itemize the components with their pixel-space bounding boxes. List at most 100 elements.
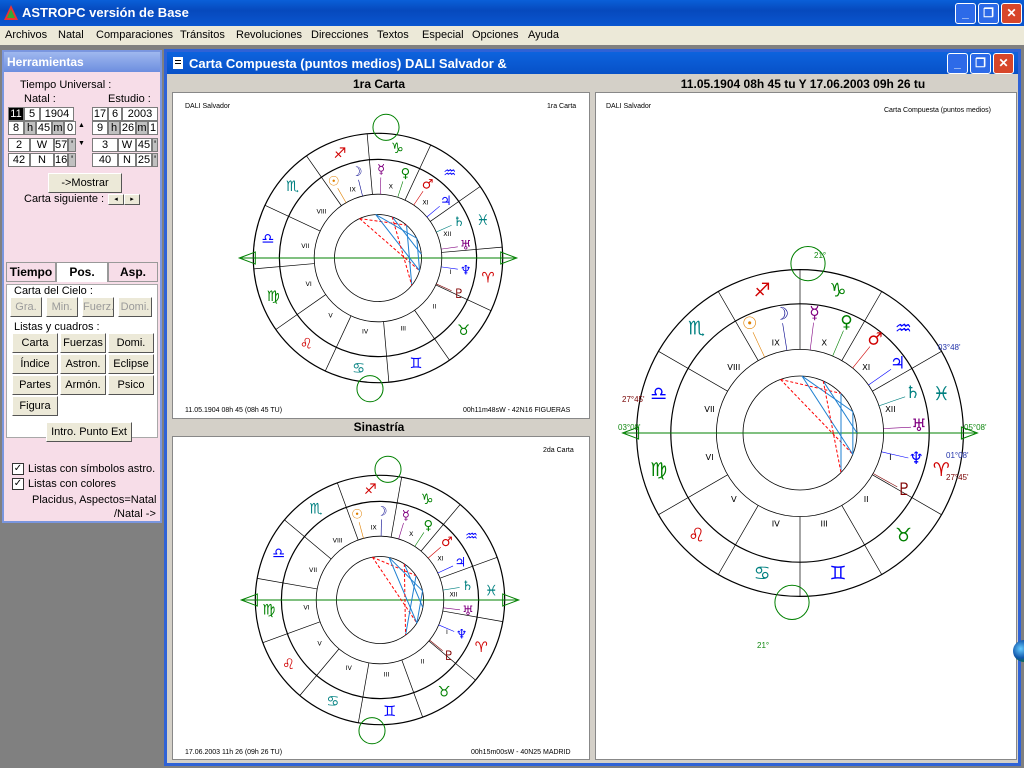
planet-glyph: ☽: [351, 165, 363, 180]
menu-natal[interactable]: Natal: [58, 29, 84, 41]
house-cusp: [262, 621, 321, 643]
house-number: IV: [346, 664, 353, 672]
chart-maximize-button[interactable]: ❐: [970, 53, 991, 74]
menu-comparaciones[interactable]: Comparaciones: [96, 29, 173, 41]
planet-tick: [337, 188, 347, 203]
estudio-long-min[interactable]: 45: [136, 138, 152, 152]
planet-tick: [881, 451, 909, 459]
menu-opciones[interactable]: Opciones: [472, 29, 518, 41]
planet-tick: [397, 181, 404, 198]
estudio-lat-min[interactable]: 25: [136, 153, 152, 167]
p3-name: DALI Salvador: [606, 103, 652, 110]
mostrar-button[interactable]: ->Mostrar: [48, 173, 122, 193]
natal-lat-deg[interactable]: 42: [8, 153, 30, 167]
planet-glyph: ♅: [460, 239, 472, 254]
sign-glyph: ♒: [443, 165, 456, 181]
estudio-long-dir[interactable]: W: [118, 138, 136, 152]
fuerzas-button[interactable]: Fuerzas: [60, 333, 106, 353]
figura-button[interactable]: Figura: [12, 396, 58, 416]
chk-simbolos[interactable]: ✓: [12, 463, 24, 475]
chk-colores[interactable]: ✓: [12, 478, 24, 490]
house-number: IX: [370, 523, 377, 531]
sign-glyph: ♏: [286, 179, 299, 195]
domi-button-disabled[interactable]: Domi.: [118, 297, 152, 317]
tab-tiempo[interactable]: Tiempo: [6, 262, 56, 282]
p1-name: DALI Salvador: [185, 103, 231, 110]
prev-chart-button[interactable]: ◂: [108, 194, 124, 205]
sign-glyph: ♈: [481, 270, 494, 286]
p3-bottom-label: 21°: [757, 641, 770, 650]
estudio-long-deg[interactable]: 3: [92, 138, 118, 152]
ic-marker: [356, 375, 384, 403]
menu-revoluciones[interactable]: Revoluciones: [236, 29, 302, 41]
close-button[interactable]: ✕: [1001, 3, 1022, 24]
house-number: VII: [704, 404, 715, 414]
gra-button[interactable]: Gra.: [10, 297, 42, 317]
planet-glyph: ♄: [905, 383, 920, 403]
natal-day[interactable]: 11: [8, 107, 24, 121]
planet-glyph: ♇: [443, 649, 455, 664]
estudio-month[interactable]: 6: [108, 107, 122, 121]
estudio-hour[interactable]: 9: [92, 121, 108, 135]
natal-link[interactable]: /Natal ->: [114, 508, 156, 520]
natal-long-deg[interactable]: 2: [8, 138, 30, 152]
menu-especial[interactable]: Especial: [422, 29, 464, 41]
natal-minute[interactable]: 45: [36, 121, 52, 135]
estudio-year[interactable]: 2003: [122, 107, 158, 121]
menu-transitos[interactable]: Tránsitos: [180, 29, 225, 41]
armon-button[interactable]: Armón.: [60, 375, 106, 395]
partes-button[interactable]: Partes: [12, 375, 58, 395]
panel1-title: 1ra Carta: [352, 77, 406, 91]
mc-marker: [374, 455, 402, 483]
estudio-minute[interactable]: 26: [120, 121, 136, 135]
planet-glyph: ♇: [453, 287, 465, 302]
natal-lat-dir[interactable]: N: [30, 153, 54, 167]
house-number: IX: [772, 338, 780, 348]
astron-button[interactable]: Astron.: [60, 354, 106, 374]
next-chart-button[interactable]: ▸: [124, 194, 140, 205]
domi-button[interactable]: Domi.: [108, 333, 154, 353]
spin-down-icon[interactable]: ▼: [78, 140, 85, 147]
natal-year[interactable]: 1904: [40, 107, 74, 121]
maximize-button[interactable]: ❐: [978, 3, 999, 24]
planet-glyph: ♅: [462, 604, 474, 619]
chart-close-button[interactable]: ✕: [993, 53, 1014, 74]
aspect-line: [388, 557, 418, 624]
natal-hour[interactable]: 8: [8, 121, 24, 135]
sign-glyph: ♉: [457, 323, 470, 339]
eclipse-button[interactable]: Eclipse: [108, 354, 154, 374]
natal-lat-min[interactable]: 16: [54, 153, 68, 167]
spin-up-icon[interactable]: ▲: [78, 122, 85, 129]
planet-glyph: ♀: [840, 312, 853, 332]
min-button[interactable]: Min.: [46, 297, 78, 317]
mc-marker: [372, 113, 400, 141]
carta-button[interactable]: Carta: [12, 333, 58, 353]
chart-minimize-button[interactable]: _: [947, 53, 968, 74]
menu-archivos[interactable]: Archivos: [5, 29, 47, 41]
psico-button[interactable]: Psico: [108, 375, 154, 395]
fuerz-button[interactable]: Fuerz.: [82, 297, 114, 317]
estudio-lat-dir[interactable]: N: [118, 153, 136, 167]
sign-glyph: ♎: [272, 546, 285, 562]
natal-long-dir[interactable]: W: [30, 138, 54, 152]
menu-textos[interactable]: Textos: [377, 29, 409, 41]
p1-footer-right: 00h11m48sW - 42N16 FIGUERAS: [463, 407, 571, 414]
estudio-second[interactable]: 1: [148, 121, 158, 135]
indice-button[interactable]: Índice: [12, 354, 58, 374]
minimize-button[interactable]: _: [955, 3, 976, 24]
natal-month[interactable]: 5: [24, 107, 40, 121]
menu-ayuda[interactable]: Ayuda: [528, 29, 559, 41]
tab-pos[interactable]: Pos.: [56, 262, 108, 282]
estudio-lat-deg[interactable]: 40: [92, 153, 118, 167]
natal-minute-unit: m: [52, 121, 64, 135]
planet-glyph: ☉: [742, 314, 757, 334]
natal-long-min[interactable]: 57: [54, 138, 68, 152]
menu-direcciones[interactable]: Direcciones: [311, 29, 368, 41]
intro-punto-ext-button[interactable]: Intro. Punto Ext: [46, 422, 132, 442]
estudio-day[interactable]: 17: [92, 107, 108, 121]
tab-asp[interactable]: Asp.: [108, 262, 158, 282]
natal-second[interactable]: 0: [64, 121, 76, 135]
house-number: VIII: [316, 208, 326, 216]
estudio-long-unit: ': [152, 138, 158, 152]
house-number: IV: [772, 518, 780, 528]
